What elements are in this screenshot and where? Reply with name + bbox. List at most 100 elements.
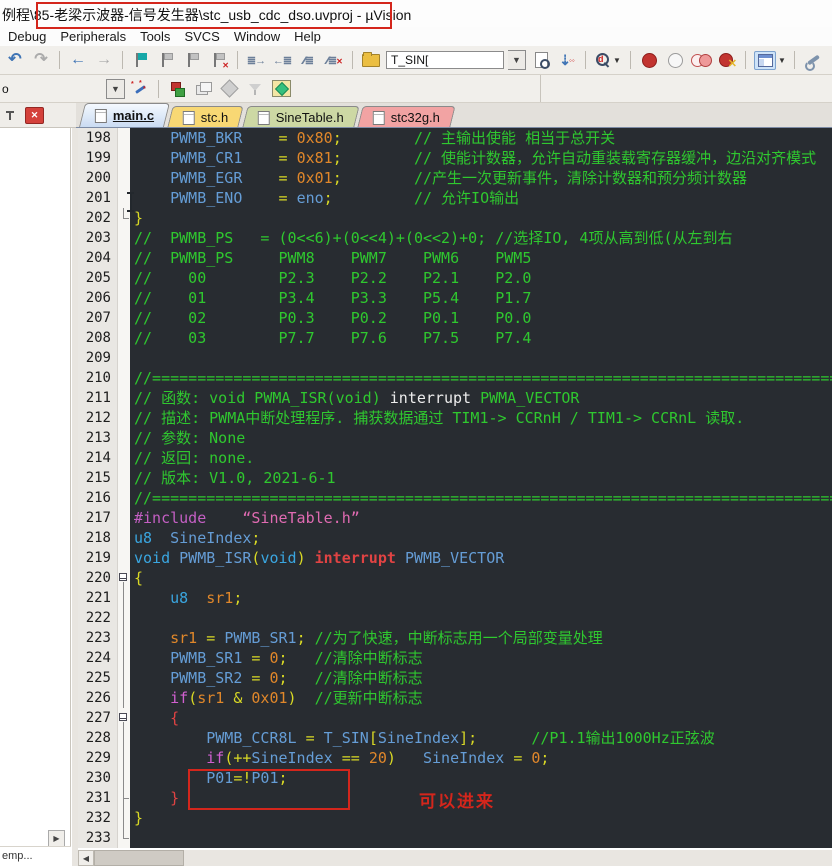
undo-icon[interactable]: ↶: [4, 49, 26, 71]
find-combobox[interactable]: T_SIN[: [386, 51, 504, 69]
bookmark-toggle-icon[interactable]: [130, 49, 152, 71]
bookmark-next-icon[interactable]: [182, 49, 204, 71]
menu-item-debug[interactable]: Debug: [8, 29, 46, 44]
tab-stc.h[interactable]: stc.h: [167, 106, 245, 127]
code-line-219: 219 void PWMB_ISR(void) interrupt PWMB_VE…: [78, 548, 832, 568]
line-number: 210: [78, 368, 118, 388]
tab-stc32g.h[interactable]: stc32g.h: [356, 106, 456, 127]
configure-wrench-icon[interactable]: [802, 49, 824, 71]
menu-item-peripherals[interactable]: Peripherals: [60, 29, 126, 44]
breakpoint-disable-all-icon[interactable]: [690, 49, 712, 71]
line-number: 221: [78, 588, 118, 608]
uncomment-icon[interactable]: ⁄⁄≣✕: [323, 49, 345, 71]
debug-magnifier-icon[interactable]: d ▼: [593, 49, 623, 71]
fold-marker-icon[interactable]: [118, 568, 130, 588]
fold-margin: [118, 628, 130, 648]
outdent-icon[interactable]: ←≣: [271, 49, 293, 71]
fold-margin: [118, 408, 130, 428]
scroll-left-icon[interactable]: ◀: [78, 850, 94, 866]
fold-margin: [118, 328, 130, 348]
bookmark-prev-icon[interactable]: [156, 49, 178, 71]
code-text: PWMB_CCR8L = T_SIN[SineIndex]; //P1.1输出1…: [206, 729, 715, 747]
batch-build-icon[interactable]: [192, 78, 214, 100]
incremental-find-icon[interactable]: ⇣ ◦◦: [556, 49, 578, 71]
comment-icon[interactable]: ⁄⁄≣: [297, 49, 319, 71]
code-line-215: 215 // 版本: V1.0, 2021-6-1: [78, 468, 832, 488]
toolbar-separator: [237, 51, 238, 69]
find-in-files-icon[interactable]: [360, 49, 382, 71]
panel-bottom-tab[interactable]: emp...: [0, 846, 71, 866]
menu-item-help[interactable]: Help: [294, 29, 321, 44]
pack-installer-icon[interactable]: [270, 78, 292, 100]
fold-margin: [118, 288, 130, 308]
line-number: 212: [78, 408, 118, 428]
line-number: 204: [78, 248, 118, 268]
find-combobox-dropdown[interactable]: ▼: [508, 50, 526, 70]
toolbar-separator: [59, 51, 60, 69]
line-number: 215: [78, 468, 118, 488]
fold-margin: [118, 388, 130, 408]
window-layout-icon[interactable]: ▼: [753, 49, 787, 71]
navigate-back-icon[interactable]: ←: [67, 49, 89, 71]
fold-margin: [118, 608, 130, 628]
panel-scroll-right-icon[interactable]: ▶: [48, 830, 65, 847]
tab-label: main.c: [112, 108, 155, 123]
find-in-document-icon[interactable]: [530, 49, 552, 71]
tab-label: stc32g.h: [390, 109, 440, 125]
code-text: // PWMB_PS PWM8 PWM7 PWM6 PWM5: [134, 249, 532, 267]
line-number: 224: [78, 648, 118, 668]
breakpoint-disable-icon[interactable]: [664, 49, 686, 71]
tab-main.c[interactable]: main.c: [79, 103, 171, 127]
code-line-225: 225 PWMB_SR2 = 0; //清除中断标志: [78, 668, 832, 688]
code-text: // 函数: void PWMA_ISR(void) interrupt PWM…: [134, 389, 580, 407]
tab-SineTable.h[interactable]: SineTable.h: [242, 106, 360, 127]
code-line-213: 213 // 参数: None: [78, 428, 832, 448]
code-line-210: 210 //===================================…: [78, 368, 832, 388]
line-number: 219: [78, 548, 118, 568]
line-number: 205: [78, 268, 118, 288]
fold-margin: [118, 488, 130, 508]
breakpoint-toggle-icon[interactable]: [638, 49, 660, 71]
fold-margin: [118, 668, 130, 688]
bookmark-clear-icon[interactable]: ✕: [208, 49, 230, 71]
code-text: //======================================…: [134, 489, 832, 507]
filter-funnel-icon[interactable]: [244, 78, 266, 100]
navigate-forward-icon[interactable]: →: [93, 49, 115, 71]
code-text: #include “SineTable.h”: [134, 509, 360, 527]
project-side-panel[interactable]: ▶ emp...: [0, 128, 71, 862]
scrollbar-thumb[interactable]: [94, 850, 184, 866]
target-select-dropdown[interactable]: ▼: [106, 78, 125, 99]
fold-margin: [118, 168, 130, 188]
line-number: 233: [78, 828, 118, 848]
menu-item-window[interactable]: Window: [234, 29, 280, 44]
menu-item-svcs[interactable]: SVCS: [184, 29, 219, 44]
load-application-icon[interactable]: [166, 78, 188, 100]
code-text: // 参数: None: [134, 429, 246, 447]
diamond-icon[interactable]: [218, 78, 240, 100]
code-line-217: 217 #include “SineTable.h”: [78, 508, 832, 528]
redo-icon[interactable]: ↷: [30, 49, 52, 71]
fold-marker-icon[interactable]: [118, 708, 130, 728]
line-number: 223: [78, 628, 118, 648]
close-icon[interactable]: ✕: [25, 106, 44, 124]
ibeam-cursor: [126, 192, 135, 214]
code-line-205: 205 // 00 P2.3 P2.2 P2.1 P2.0: [78, 268, 832, 288]
indent-icon[interactable]: ≣→: [245, 49, 267, 71]
line-number: 225: [78, 668, 118, 688]
build-toolbar: o ▼ * * *: [0, 75, 832, 103]
fold-margin: [118, 268, 130, 288]
fold-margin: [118, 828, 130, 848]
pin-icon[interactable]: [5, 109, 15, 121]
code-line-233: 233: [78, 828, 832, 848]
code-line-216: 216 //===================================…: [78, 488, 832, 508]
line-number: 209: [78, 348, 118, 368]
line-number: 207: [78, 308, 118, 328]
editor-hscrollbar[interactable]: ◀: [78, 850, 832, 866]
code-editor[interactable]: 198 PWMB_BKR = 0x80; // 主输出使能 相当于总开关 199 …: [78, 128, 832, 848]
magic-wand-icon[interactable]: * * *: [129, 78, 151, 100]
code-text: u8 sr1;: [170, 589, 243, 607]
menu-item-tools[interactable]: Tools: [140, 29, 170, 44]
breakpoint-kill-all-icon[interactable]: ✕: [716, 49, 738, 71]
